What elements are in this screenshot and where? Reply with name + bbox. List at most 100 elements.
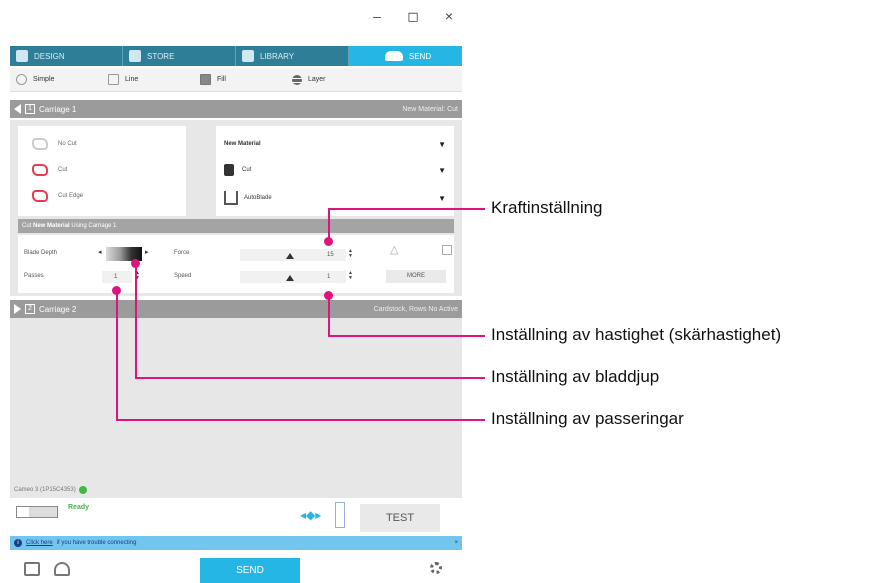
design-icon bbox=[16, 50, 28, 62]
slider-handle[interactable] bbox=[286, 275, 294, 281]
material-select[interactable]: New Material ▼ bbox=[224, 136, 446, 152]
option-cut-edge[interactable]: Cut Edge bbox=[32, 188, 83, 204]
more-button[interactable]: MORE bbox=[386, 270, 446, 283]
main-tabs: DESIGN STORE LIBRARY SEND bbox=[10, 46, 462, 66]
force-value[interactable]: 15 bbox=[315, 249, 345, 261]
bottom-bar: SEND bbox=[10, 550, 462, 583]
tab-send[interactable]: SEND bbox=[349, 46, 462, 66]
chevron-down-icon: ▼ bbox=[438, 193, 446, 203]
close-button[interactable]: × bbox=[442, 8, 456, 28]
help-link[interactable]: Click here bbox=[26, 540, 53, 546]
silhouette-app-window: – ◻ × DESIGN STORE LIBRARY SEND Simple L… bbox=[10, 0, 462, 583]
option-label: No Cut bbox=[58, 141, 77, 147]
carriage-2-header[interactable]: 2 Carriage 2 Cardstock, Rows No Active bbox=[10, 300, 462, 318]
cut-edge-icon bbox=[32, 190, 48, 202]
slider-handle[interactable] bbox=[286, 253, 294, 259]
option-no-cut[interactable]: No Cut bbox=[32, 136, 77, 152]
option-label: Cut Edge bbox=[58, 193, 84, 199]
blade-name: AutoBlade bbox=[244, 195, 272, 201]
passes-callout-line bbox=[116, 419, 485, 421]
page-position-icon[interactable] bbox=[335, 502, 345, 528]
option-label: Cut bbox=[58, 167, 68, 173]
force-spinner[interactable]: ▲ ▼ bbox=[348, 249, 353, 259]
layer-icon bbox=[292, 74, 302, 85]
action-name: Cut bbox=[242, 167, 252, 173]
depth-callout-line bbox=[135, 263, 137, 379]
minimize-button[interactable]: – bbox=[370, 8, 384, 28]
option-cut[interactable]: Cut bbox=[32, 162, 67, 178]
move-arrows-icon[interactable]: ◂◆▸ bbox=[300, 508, 321, 522]
blade-select[interactable]: AutoBlade ▼ bbox=[224, 190, 446, 206]
speed-callout-text: Inställning av hastighet (skärhastighet) bbox=[491, 325, 782, 344]
force-callout-text: Kraftinställning bbox=[491, 198, 603, 217]
maximize-button[interactable]: ◻ bbox=[406, 8, 420, 28]
mode-line[interactable]: Line bbox=[102, 74, 194, 85]
speed-callout-line bbox=[328, 295, 330, 337]
cut-settings: Blade Depth ◂ ▸ Force 15 ▲ ▼ △ Passes 1 ▲… bbox=[18, 235, 454, 293]
library-icon bbox=[242, 50, 254, 62]
mode-simple[interactable]: Simple bbox=[10, 74, 102, 85]
speed-label: Speed bbox=[174, 273, 192, 279]
cut-suffix: Using Carriage 1 bbox=[71, 223, 117, 229]
force-callout-line bbox=[328, 208, 330, 241]
collapse-arrow-icon[interactable] bbox=[14, 104, 21, 114]
passes-label: Passes bbox=[24, 273, 44, 279]
empty-area bbox=[10, 318, 462, 482]
passes-value[interactable]: 1 bbox=[102, 271, 132, 283]
force-label: Force bbox=[174, 250, 190, 256]
radio-icon bbox=[16, 74, 27, 85]
speed-value[interactable]: 1 bbox=[315, 271, 345, 283]
mode-label: Layer bbox=[308, 76, 326, 83]
blade-depth-decrease[interactable]: ◂ bbox=[98, 248, 102, 256]
tab-library[interactable]: LIBRARY bbox=[236, 46, 349, 66]
tab-design[interactable]: DESIGN bbox=[10, 46, 123, 66]
store-icon bbox=[129, 50, 141, 62]
send-button[interactable]: SEND bbox=[200, 558, 300, 583]
learn-icon[interactable] bbox=[54, 562, 70, 576]
mode-label: Simple bbox=[33, 76, 55, 83]
tab-label: STORE bbox=[147, 51, 175, 61]
material-box: New Material ▼ Cut ▼ AutoBlade ▼ bbox=[216, 126, 454, 216]
info-icon: i bbox=[14, 539, 22, 547]
send-to-icon[interactable] bbox=[24, 562, 40, 576]
line-icon bbox=[108, 74, 119, 85]
speed-callout-line bbox=[328, 335, 485, 337]
send-mode-bar: Simple Line Fill Layer bbox=[10, 68, 462, 92]
passes-callout-line bbox=[116, 290, 118, 421]
depth-callout-line bbox=[135, 377, 485, 379]
action-select[interactable]: Cut ▼ bbox=[224, 162, 446, 178]
close-help-icon[interactable]: × bbox=[454, 540, 462, 546]
cut-settings-header: Cut New Material Using Carriage 1 bbox=[18, 219, 454, 233]
chevron-down-icon: ▼ bbox=[438, 139, 446, 149]
cutter-machine-icon bbox=[16, 506, 58, 518]
ready-status: Ready bbox=[68, 504, 90, 511]
carriage-1-header[interactable]: 1 Carriage 1 New Material: Cut bbox=[10, 100, 462, 118]
depth-callout-text: Inställning av bladdjup bbox=[491, 367, 660, 386]
carriage-material: New Material: Cut bbox=[402, 105, 458, 113]
action-icon bbox=[224, 164, 234, 176]
cut-icon bbox=[32, 164, 48, 176]
cutter-icon bbox=[384, 51, 403, 61]
no-cut-icon bbox=[32, 138, 48, 150]
ready-bar: Ready ◂◆▸ TEST bbox=[10, 498, 462, 536]
square-shape-icon bbox=[442, 245, 452, 255]
help-bar: i Click here if you have trouble connect… bbox=[10, 536, 462, 550]
test-button[interactable]: TEST bbox=[360, 504, 440, 532]
fill-icon bbox=[200, 74, 211, 85]
gear-icon[interactable] bbox=[430, 562, 442, 574]
tab-label: DESIGN bbox=[34, 51, 65, 61]
tab-label: SEND bbox=[408, 51, 432, 61]
mode-label: Line bbox=[125, 76, 139, 83]
cut-material: New Material bbox=[33, 223, 70, 229]
blade-depth-increase[interactable]: ▸ bbox=[145, 248, 149, 256]
mode-layer[interactable]: Layer bbox=[286, 74, 378, 85]
mode-fill[interactable]: Fill bbox=[194, 74, 286, 85]
speed-spinner[interactable]: ▲ ▼ bbox=[348, 271, 353, 281]
mode-label: Fill bbox=[217, 76, 226, 83]
tab-store[interactable]: STORE bbox=[123, 46, 236, 66]
expand-arrow-icon[interactable] bbox=[14, 304, 21, 314]
window-controls: – ◻ × bbox=[370, 8, 456, 28]
device-status: Cameo 3 (1P15C4353) bbox=[10, 482, 462, 498]
force-callout-line bbox=[328, 208, 485, 210]
chevron-down-icon: ▼ bbox=[438, 165, 446, 175]
